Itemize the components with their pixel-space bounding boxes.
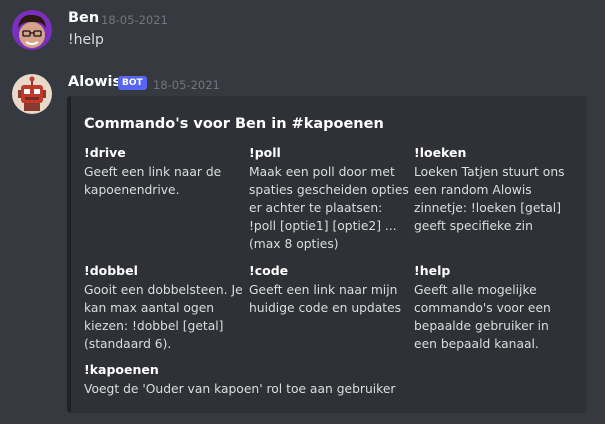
message-content: !help bbox=[68, 32, 104, 48]
avatar-ben[interactable] bbox=[12, 10, 52, 50]
embed-field-code: !code Geeft een link naar mijn huidige c… bbox=[249, 263, 409, 317]
embed-field-poll: !poll Maak een poll door met spaties ges… bbox=[249, 145, 409, 253]
field-name: !dobbel bbox=[84, 263, 138, 278]
field-name: !loeken bbox=[414, 145, 467, 160]
field-value: Geeft een link naar mijn huidige code en… bbox=[249, 283, 402, 315]
field-value: Loeken Tatjen stuurt ons een random Alow… bbox=[414, 165, 565, 233]
field-value: Geeft een link naar de kapoenendrive. bbox=[84, 165, 222, 197]
field-name: !poll bbox=[249, 145, 281, 160]
embed-field-help: !help Geeft alle mogelijke commando's vo… bbox=[414, 263, 574, 353]
field-name: !help bbox=[414, 263, 451, 278]
embed-accent-bar bbox=[67, 96, 71, 413]
username-ben[interactable]: Ben bbox=[68, 10, 99, 26]
avatar-ben-icon bbox=[12, 10, 52, 50]
embed-field-drive: !drive Geeft een link naar de kapoenendr… bbox=[84, 145, 244, 199]
field-value: Voegt de 'Ouder van kapoen' rol toe aan … bbox=[84, 382, 396, 396]
embed-field-kapoenen: !kapoenen Voegt de 'Ouder van kapoen' ro… bbox=[84, 362, 564, 398]
field-value: Gooit een dobbelsteen. Je kan max aantal… bbox=[84, 283, 243, 351]
embed-field-dobbel: !dobbel Gooit een dobbelsteen. Je kan ma… bbox=[84, 263, 244, 353]
help-embed: Commando's voor Ben in #kapoenen !drive … bbox=[67, 96, 587, 413]
username-alowis[interactable]: Alowis bbox=[68, 74, 121, 90]
embed-field-loeken: !loeken Loeken Tatjen stuurt ons een ran… bbox=[414, 145, 574, 235]
field-name: !kapoenen bbox=[84, 362, 159, 377]
robot-icon bbox=[12, 74, 52, 114]
avatar-alowis[interactable] bbox=[12, 74, 52, 114]
embed-title: Commando's voor Ben in #kapoenen bbox=[84, 116, 384, 132]
bot-badge: BOT bbox=[118, 76, 147, 90]
field-value: Geeft alle mogelijke commando's voor een… bbox=[414, 283, 551, 351]
field-name: !code bbox=[249, 263, 289, 278]
field-value: Maak een poll door met spaties gescheide… bbox=[249, 165, 409, 251]
timestamp: 18-05-2021 bbox=[153, 78, 220, 92]
field-name: !drive bbox=[84, 145, 126, 160]
timestamp: 18-05-2021 bbox=[101, 13, 168, 27]
